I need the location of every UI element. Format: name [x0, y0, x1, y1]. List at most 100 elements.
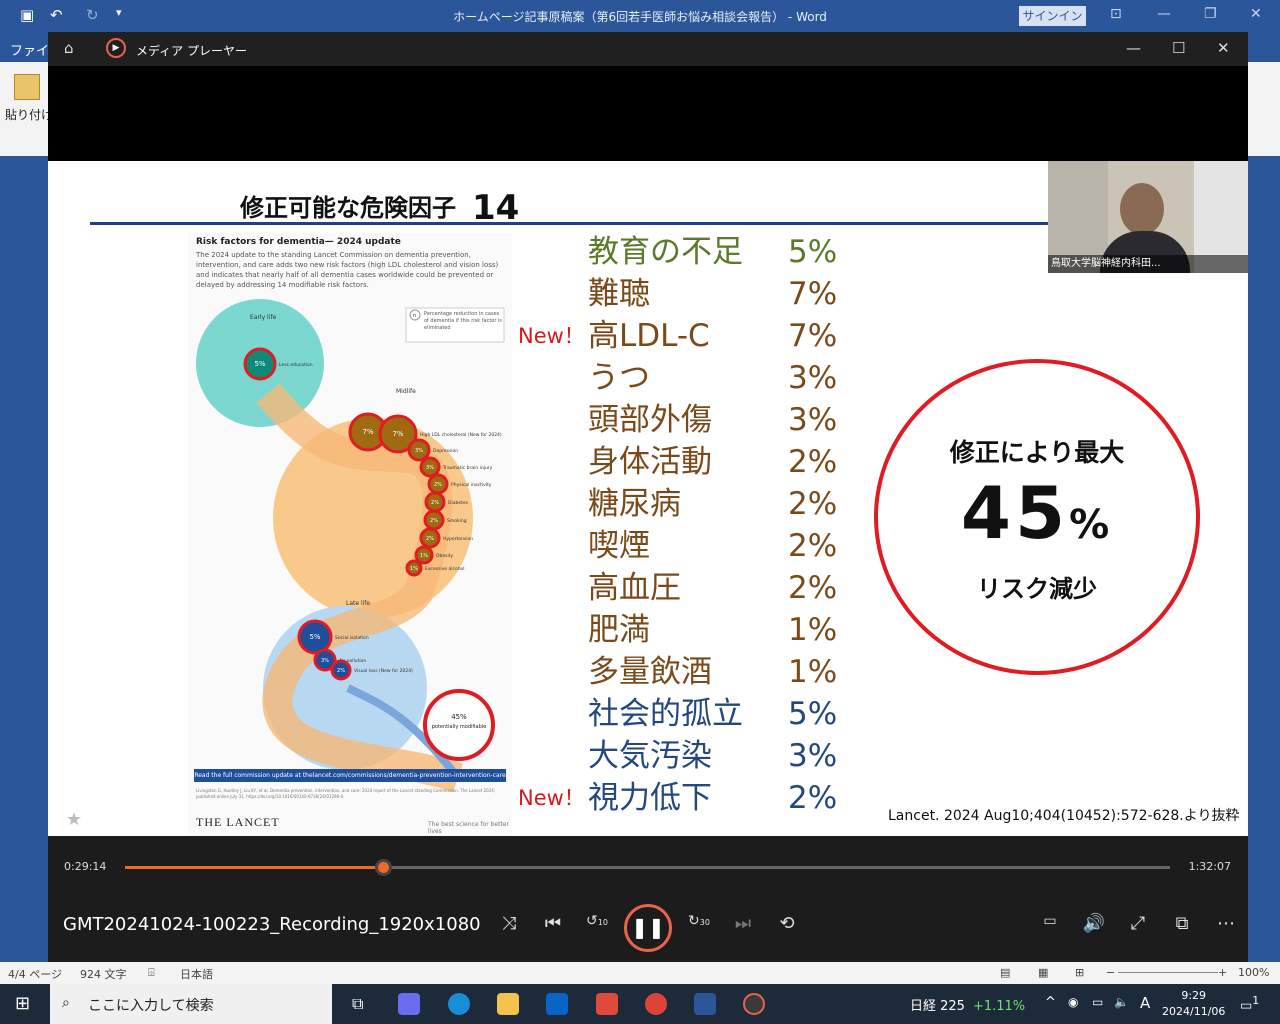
signin-button[interactable]: サインイン: [1019, 6, 1086, 26]
print-layout-icon[interactable]: ▦: [1038, 966, 1048, 979]
ribbon-display-icon[interactable]: ⊡: [1110, 6, 1122, 22]
tray-chevron-icon[interactable]: ^: [1045, 995, 1056, 1010]
file-explorer-icon[interactable]: [497, 993, 519, 1015]
risk-factor-pct: 1%: [788, 654, 838, 690]
risk-factor-pct: 5%: [788, 234, 838, 270]
repeat-icon[interactable]: ⟲: [774, 913, 800, 934]
word-window-title: ホームページ記事原稿案（第6回若手医師お悩み相談会報告） - Word: [453, 10, 827, 24]
media-player-logo-icon: ▶: [106, 38, 126, 58]
status-language[interactable]: 日本語: [180, 966, 213, 982]
risk-factor-name: うつ: [588, 360, 650, 396]
risk-factor-pct: 7%: [788, 276, 838, 312]
player-title-bar: ⌂ ▶ メディア プレーヤー — ☐ ✕: [48, 32, 1248, 66]
outlook-icon[interactable]: [546, 993, 568, 1015]
total-pct: 45%: [451, 713, 467, 721]
risk-factor-pct: 7%: [788, 318, 838, 354]
speaker-icon[interactable]: 🔈: [1114, 995, 1129, 1009]
start-icon[interactable]: ⊞: [15, 993, 30, 1014]
meet-icon[interactable]: ◉: [1068, 995, 1078, 1009]
stock-widget[interactable]: 日経 225 +1.11%: [910, 995, 1025, 1014]
edge-icon[interactable]: [448, 993, 470, 1015]
status-page[interactable]: 4/4 ページ: [8, 966, 62, 982]
video-frame-slide[interactable]: 修正可能な危険因子 14 Risk factors for dementia— 2…: [48, 161, 1248, 836]
circle-line3: リスク減少: [977, 575, 1097, 603]
time-current: 0:29:14: [64, 860, 107, 873]
taskbar-search[interactable]: ⌕ ここに入力して検索: [50, 984, 332, 1024]
zoom-level[interactable]: 100%: [1238, 966, 1269, 979]
skip-back-icon[interactable]: ↺10: [584, 913, 610, 929]
home-icon[interactable]: ⌂: [64, 39, 74, 57]
risk-bubble-value: 2%: [431, 500, 439, 506]
network-icon[interactable]: ▭: [1092, 995, 1103, 1009]
word-minimize-icon[interactable]: —: [1157, 6, 1171, 22]
seek-thumb[interactable]: [374, 859, 392, 876]
volume-icon[interactable]: 🔊: [1081, 913, 1107, 934]
accessibility-icon[interactable]: ⌹: [148, 966, 155, 980]
circle-big-unit: %: [1069, 502, 1114, 548]
zoom-out-icon[interactable]: −: [1106, 966, 1115, 979]
risk-factor-row: 身体活動 2%: [518, 441, 858, 483]
paste-icon[interactable]: [14, 74, 40, 100]
previous-icon[interactable]: ⏮: [540, 913, 566, 934]
player-close-icon[interactable]: ✕: [1217, 39, 1230, 57]
pause-button[interactable]: ❚❚: [624, 904, 672, 952]
risk-factor-pct: 3%: [788, 402, 838, 438]
player-maximize-icon[interactable]: ☐: [1172, 39, 1185, 57]
risk-factor-name: 社会的孤立: [588, 696, 743, 732]
word-close-icon[interactable]: ✕: [1250, 6, 1262, 22]
read-mode-icon[interactable]: ▤: [1000, 966, 1010, 979]
risk-factor-row: 高血圧 2%: [518, 567, 858, 609]
risk-bubble-label: Less education: [279, 362, 313, 368]
risk-bubble-label: Smoking: [447, 518, 467, 524]
chrome-icon[interactable]: [645, 993, 667, 1015]
stage-late-label: Late life: [346, 600, 370, 607]
risk-factor-pct: 2%: [788, 780, 838, 816]
risk-factor-pct: 2%: [788, 486, 838, 522]
more-options-icon[interactable]: ⋯: [1213, 913, 1239, 934]
notification-icon[interactable]: ▭1: [1240, 994, 1259, 1013]
taskbar-clock[interactable]: 9:29 2024/11/06: [1162, 988, 1225, 1020]
paste-label[interactable]: 貼り付け: [5, 106, 53, 123]
risk-factor-row: 肥満 1%: [518, 609, 858, 651]
risk-bubble-value: 3%: [321, 658, 329, 664]
risk-bubble-value: 1%: [410, 566, 418, 572]
lancet-logo: THE LANCET: [196, 815, 280, 829]
captions-icon[interactable]: ▭: [1037, 913, 1063, 929]
media-file-name: GMT20241024-100223_Recording_1920x1080: [63, 914, 481, 935]
new-marker: New！: [518, 786, 585, 810]
zoom-in-icon[interactable]: +: [1218, 966, 1227, 979]
miniplayer-icon[interactable]: ⧉: [1169, 913, 1195, 934]
word-maximize-icon[interactable]: ❐: [1204, 6, 1217, 22]
seek-bar[interactable]: [125, 859, 1170, 876]
player-minimize-icon[interactable]: —: [1126, 39, 1141, 57]
shuffle-icon[interactable]: ⤨: [496, 913, 522, 934]
circle-big-number: 45%: [878, 471, 1196, 555]
store-icon[interactable]: [596, 993, 618, 1015]
circle-line1: 修正により最大: [949, 438, 1125, 467]
word-taskbar-icon[interactable]: [694, 993, 716, 1015]
legend-text: Percentage reduction in cases of dementi…: [424, 311, 502, 331]
risk-factor-row: 教育の不足 5%: [518, 231, 858, 273]
ime-indicator[interactable]: A: [1140, 994, 1150, 1012]
star-icon: ★: [66, 809, 83, 830]
risk-bubble-value: 5%: [254, 360, 265, 368]
copilot-icon[interactable]: [398, 993, 420, 1015]
risk-bubble-value: 2%: [434, 482, 442, 488]
status-words[interactable]: 924 文字: [80, 966, 127, 982]
risk-factor-list: 教育の不足 5% 難聴 7% New！ 高LDL-C 7% うつ 3% 頭部外傷 3% 身体活動 2% 糖…: [518, 231, 858, 819]
fullscreen-icon[interactable]: ⤢: [1125, 913, 1151, 934]
stage-early-label: Early life: [250, 314, 277, 321]
next-icon[interactable]: ⏭: [730, 913, 756, 934]
total-label: potentially modifiable: [432, 724, 487, 730]
risk-factor-name: 喫煙: [588, 528, 650, 564]
risk-bubble-value: 5%: [309, 633, 320, 641]
zoom-slider[interactable]: [1118, 972, 1218, 973]
risk-factor-row: うつ 3%: [518, 357, 858, 399]
media-player-taskbar-icon[interactable]: [743, 993, 765, 1015]
search-icon: ⌕: [62, 995, 70, 1011]
task-view-icon[interactable]: ⧉: [352, 994, 363, 1014]
player-app-name: メディア プレーヤー: [136, 44, 247, 58]
skip-forward-icon[interactable]: ↻30: [686, 913, 712, 929]
slide-title: 修正可能な危険因子 14: [240, 185, 519, 228]
web-layout-icon[interactable]: ⊞: [1075, 966, 1084, 979]
